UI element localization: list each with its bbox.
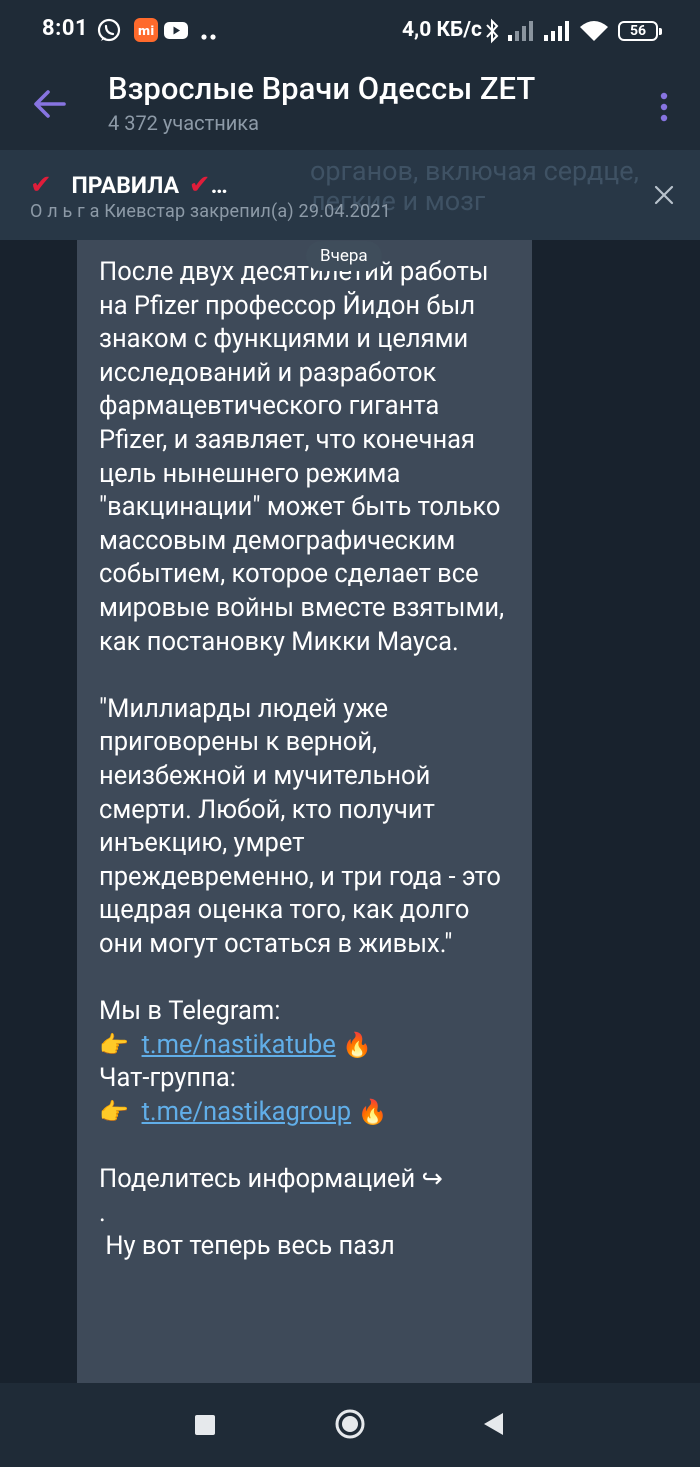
pointing-hand-icon: 👉 xyxy=(99,1097,129,1126)
telegram-chat-screen: 8:01 mi 4,0 КБ/с 56 Взрослые Врачи Одесс… xyxy=(0,0,700,1467)
close-pinned-icon[interactable] xyxy=(652,183,676,207)
svg-text:mi: mi xyxy=(138,24,155,38)
back-arrow-icon[interactable] xyxy=(28,82,72,126)
system-nav-bar xyxy=(0,1383,700,1467)
chat-header: Взрослые Врачи Одессы ZET 4 372 участник… xyxy=(0,64,700,150)
member-count: 4 372 участника xyxy=(108,111,259,135)
message-text: После двух десятилетий работы на Pfizer … xyxy=(99,256,510,1264)
viber-icon xyxy=(96,17,122,47)
more-menu-icon[interactable] xyxy=(652,84,676,128)
fire-icon: 🔥 xyxy=(342,1030,372,1059)
share-dot: . xyxy=(99,1197,106,1228)
pointing-hand-icon: 👉 xyxy=(99,1030,129,1059)
fire-icon: 🔥 xyxy=(357,1097,388,1126)
group-link[interactable]: t.me/nastikagroup xyxy=(142,1097,352,1127)
network-speed: 4,0 КБ/с xyxy=(402,18,482,42)
message-bubble[interactable]: После двух десятилетий работы на Pfizer … xyxy=(77,240,532,1383)
status-bar: 8:01 mi 4,0 КБ/с 56 xyxy=(0,0,700,64)
pinned-meta: О л ь г а Киевстар закрепил(а) 29.04.202… xyxy=(30,201,391,222)
chat-group-label: Чат-группа: xyxy=(99,1063,236,1094)
chat-title[interactable]: Взрослые Врачи Одессы ZET xyxy=(108,70,535,107)
bluetooth-icon xyxy=(484,17,500,49)
checkmark-icon: ✔ xyxy=(188,170,211,200)
back-triangle-icon[interactable] xyxy=(482,1411,504,1441)
mi-icon: mi xyxy=(133,17,159,47)
signal-icon xyxy=(507,20,535,46)
chat-area[interactable]: После двух десятилетий работы на Pfizer … xyxy=(0,240,700,1383)
youtube-icon xyxy=(163,17,189,47)
telegram-label: Мы в Telegram: xyxy=(99,996,281,1027)
more-dots-icon xyxy=(200,26,218,45)
signal-icon xyxy=(543,20,571,46)
wifi-icon xyxy=(579,19,609,47)
message-paragraph: После двух десятилетий работы на Pfizer … xyxy=(99,257,511,657)
battery-icon: 56 xyxy=(618,21,662,41)
checkmark-icon: ✔ xyxy=(30,170,52,200)
share-text: Поделитесь информацией ↪ xyxy=(99,1164,443,1195)
recents-square-icon[interactable] xyxy=(194,1414,216,1440)
pinned-title: ✔ ПРАВИЛА ✔… xyxy=(30,170,228,200)
status-time: 8:01 xyxy=(42,16,89,41)
pinned-message-bar[interactable]: органов, включая сердце, легкие и мозг ✔… xyxy=(0,150,700,241)
date-chip: Вчера xyxy=(306,241,382,271)
channel-link[interactable]: t.me/nastikatube xyxy=(142,1030,336,1060)
home-circle-icon[interactable] xyxy=(334,1408,366,1444)
message-paragraph: "Миллиарды людей уже приговорены к верно… xyxy=(99,693,508,959)
last-line-text: Ну вот теперь весь пазл xyxy=(99,1231,395,1262)
